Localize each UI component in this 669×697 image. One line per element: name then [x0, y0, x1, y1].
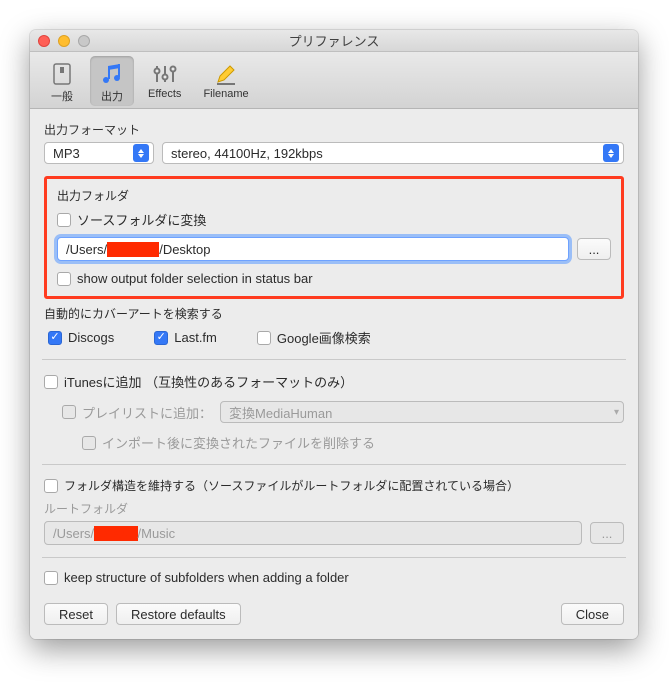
toolbar: 一般 出力 Effects Filename	[30, 52, 638, 109]
redacted-text: XXXXXX	[107, 242, 159, 257]
lastfm-checkbox[interactable]	[154, 331, 168, 345]
keep-subfolders-option[interactable]: keep structure of subfolders when adding…	[44, 570, 624, 585]
tab-effects[interactable]: Effects	[140, 56, 189, 106]
tab-output-label: 出力	[101, 88, 123, 104]
keep-structure-option[interactable]: フォルダ構造を維持する（ソースファイルがルートフォルダに配置されている場合）	[44, 477, 624, 494]
chevron-down-icon: ▾	[614, 407, 619, 418]
chevron-updown-icon	[133, 144, 149, 162]
keep-structure-checkbox[interactable]	[44, 479, 58, 493]
tab-general[interactable]: 一般	[40, 56, 84, 106]
discogs-label: Discogs	[68, 330, 114, 345]
window-controls	[38, 35, 90, 47]
titlebar: プリファレンス	[30, 30, 638, 52]
params-select-value: stereo, 44100Hz, 192kbps	[171, 146, 323, 161]
google-checkbox[interactable]	[257, 331, 271, 345]
convert-to-source-label: ソースフォルダに変換	[77, 210, 206, 229]
coverart-label: 自動的にカバーアートを検索する	[44, 305, 624, 322]
tab-filename-label: Filename	[203, 88, 248, 100]
tab-output[interactable]: 出力	[90, 56, 134, 106]
delete-after-option: インポート後に変換されたファイルを削除する	[44, 433, 624, 452]
root-folder-label: ルートフォルダ	[44, 500, 624, 517]
codec-select[interactable]: MP3	[44, 142, 154, 164]
output-path-select[interactable]: /Users/XXXXXX/Desktop	[57, 237, 569, 261]
lastfm-label: Last.fm	[174, 330, 217, 345]
google-option[interactable]: Google画像検索	[257, 328, 371, 347]
divider	[42, 557, 626, 558]
itunes-add-option[interactable]: iTunesに追加 （互換性のあるフォーマットのみ）	[44, 372, 624, 391]
footer-buttons: Reset Restore defaults Close	[44, 603, 624, 625]
root-path-field: /Users/XXXXX/Music	[44, 521, 582, 545]
keep-subfolders-label: keep structure of subfolders when adding…	[64, 570, 349, 585]
output-folder-label: 出力フォルダ	[57, 187, 611, 204]
root-browse-button: ...	[590, 522, 624, 544]
output-browse-button[interactable]: ...	[577, 238, 611, 260]
keep-structure-label: フォルダ構造を維持する（ソースファイルがルートフォルダに配置されている場合）	[64, 477, 519, 494]
params-select[interactable]: stereo, 44100Hz, 192kbps	[162, 142, 624, 164]
tab-filename[interactable]: Filename	[195, 56, 256, 106]
delete-after-checkbox	[82, 436, 96, 450]
divider	[42, 359, 626, 360]
discogs-checkbox[interactable]	[48, 331, 62, 345]
window-title: プリファレンス	[30, 31, 638, 50]
content-pane: 出力フォーマット MP3 stereo, 44100Hz, 192kbps 出力…	[30, 109, 638, 639]
keep-subfolders-checkbox[interactable]	[44, 571, 58, 585]
output-path-value: /Users/XXXXXX/Desktop	[58, 242, 211, 257]
google-label: Google画像検索	[277, 328, 371, 347]
itunes-add-label: iTunesに追加 （互換性のあるフォーマットのみ）	[64, 372, 353, 391]
maximize-window-button[interactable]	[78, 35, 90, 47]
convert-to-source-checkbox[interactable]	[57, 213, 71, 227]
preferences-window: プリファレンス 一般 出力 Effects Filename	[30, 30, 638, 639]
itunes-add-checkbox[interactable]	[44, 375, 58, 389]
playlist-name-select: 変換MediaHuman ▾	[220, 401, 624, 423]
tab-effects-label: Effects	[148, 88, 181, 100]
playlist-name-value: 変換MediaHuman	[229, 403, 332, 422]
convert-to-source-option[interactable]: ソースフォルダに変換	[57, 210, 611, 229]
codec-select-value: MP3	[53, 146, 80, 161]
divider	[42, 464, 626, 465]
playlist-add-checkbox	[62, 405, 76, 419]
playlist-add-label: プレイリストに追加：	[82, 403, 212, 422]
show-status-option[interactable]: show output folder selection in status b…	[57, 271, 611, 286]
show-status-label: show output folder selection in status b…	[77, 271, 313, 286]
lastfm-option[interactable]: Last.fm	[154, 328, 217, 347]
show-status-checkbox[interactable]	[57, 272, 71, 286]
discogs-option[interactable]: Discogs	[48, 328, 114, 347]
delete-after-label: インポート後に変換されたファイルを削除する	[102, 433, 375, 452]
chevron-updown-icon	[603, 144, 619, 162]
sliders-icon	[152, 60, 178, 88]
redacted-text: XXXXX	[94, 526, 137, 541]
close-window-button[interactable]	[38, 35, 50, 47]
root-path-value: /Users/XXXXX/Music	[45, 526, 175, 541]
output-format-label: 出力フォーマット	[44, 121, 624, 138]
restore-defaults-button[interactable]: Restore defaults	[116, 603, 241, 625]
close-button[interactable]: Close	[561, 603, 624, 625]
switch-icon	[52, 60, 72, 88]
music-note-icon	[100, 60, 124, 88]
output-folder-section: 出力フォルダ ソースフォルダに変換 /Users/XXXXXX/Desktop …	[44, 176, 624, 299]
reset-button[interactable]: Reset	[44, 603, 108, 625]
playlist-add-option: プレイリストに追加：	[62, 403, 212, 422]
minimize-window-button[interactable]	[58, 35, 70, 47]
tab-general-label: 一般	[51, 88, 73, 104]
pencil-icon	[214, 60, 238, 88]
